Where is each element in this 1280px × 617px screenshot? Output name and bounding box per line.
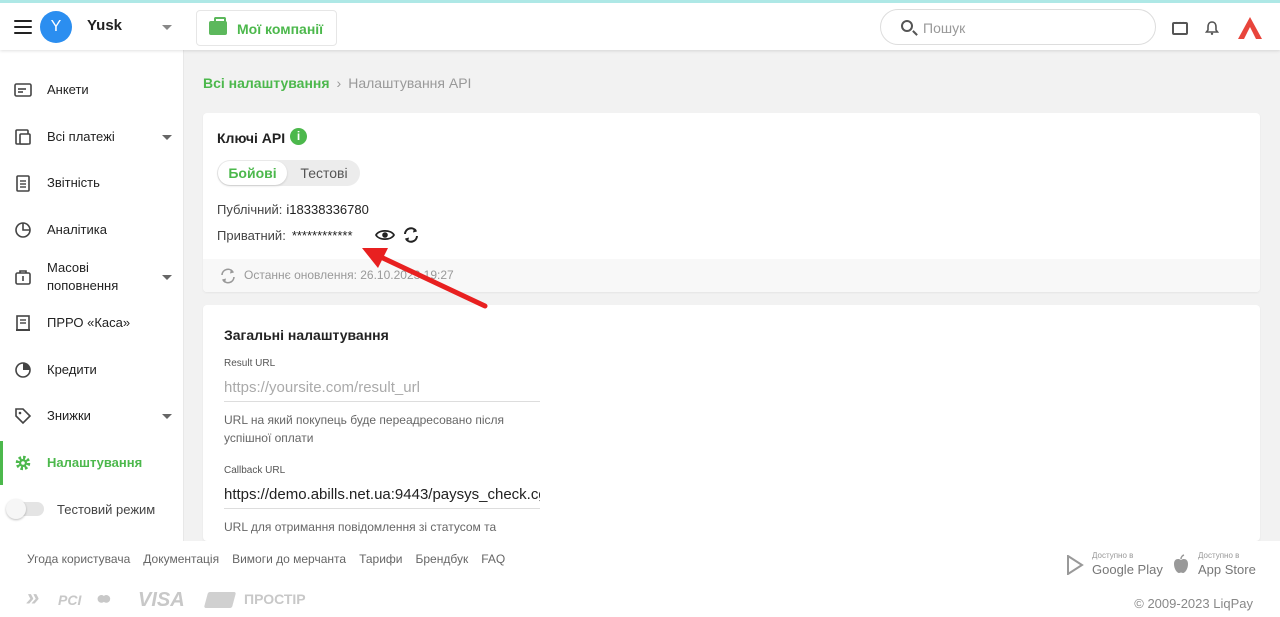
- page-footer: Угода користувача Документація Вимоги до м…: [0, 541, 1280, 617]
- pci-logo-icon: PCI: [58, 592, 82, 608]
- google-play-link[interactable]: Доступно в Google Play: [1066, 551, 1166, 581]
- forward-logo-icon: »: [26, 584, 40, 611]
- private-key-label: Приватний:: [217, 228, 286, 243]
- gear-icon: [15, 455, 31, 471]
- sidebar-item-cash-register[interactable]: ПРРО «Каса»: [0, 301, 184, 345]
- search-input[interactable]: [923, 18, 1143, 38]
- sync-icon: [221, 268, 235, 284]
- menu-icon[interactable]: [14, 20, 32, 34]
- breadcrumb-separator: ›: [336, 75, 342, 91]
- tab-test[interactable]: Тестові: [290, 161, 358, 185]
- sidebar-item-label: Налаштування: [47, 455, 143, 470]
- chevron-down-icon: [162, 414, 172, 419]
- mass-topup-icon: [15, 270, 31, 285]
- card-logo-icon: [203, 592, 237, 608]
- footer-link-tariffs[interactable]: Тарифи: [359, 552, 402, 566]
- breadcrumb-current: Налаштування API: [348, 75, 472, 91]
- test-mode-label: Тестовий режим: [57, 502, 156, 517]
- visa-logo-icon: VISA: [138, 589, 185, 611]
- callback-url-label: Callback URL: [224, 465, 286, 476]
- sidebar-item-label: Анкети: [47, 82, 89, 97]
- sidebar-item-label: Аналітика: [47, 222, 107, 237]
- environment-tabs: Бойові Тестові: [217, 160, 360, 186]
- copyright: © 2009-2023 LiqPay: [1134, 596, 1253, 611]
- footer-link-documentation[interactable]: Документація: [143, 552, 219, 566]
- sidebar-item-label: Знижки: [47, 408, 91, 423]
- footer-link-brandbook[interactable]: Брендбук: [415, 552, 468, 566]
- sidebar-item-all-payments[interactable]: Всі платежі: [0, 115, 184, 159]
- google-play-sub: Доступно в: [1092, 551, 1134, 560]
- sidebar-item-label: ПРРО «Каса»: [47, 315, 131, 330]
- form-icon: [14, 83, 32, 97]
- footer-link-user-agreement[interactable]: Угода користувача: [27, 552, 130, 566]
- breadcrumb: Всі налаштування › Налаштування API: [203, 75, 471, 91]
- public-key-row: Публічний: i18338336780: [217, 202, 369, 217]
- breadcrumb-all-settings[interactable]: Всі налаштування: [203, 75, 330, 91]
- info-icon[interactable]: i: [290, 128, 307, 145]
- callback-url-input[interactable]: [224, 481, 540, 509]
- general-settings-card: Загальні налаштування Result URL URL на …: [203, 305, 1260, 541]
- search-box[interactable]: [880, 9, 1156, 45]
- prostir-logo-icon: ПРОСТІР: [244, 591, 306, 607]
- api-keys-title: Ключі API: [217, 130, 286, 146]
- search-icon: [901, 20, 913, 32]
- username[interactable]: Yusk: [87, 17, 122, 34]
- sidebar-item-label: Звітність: [47, 175, 100, 190]
- app-store-label: App Store: [1198, 562, 1256, 577]
- footer-links: Угода користувача Документація Вимоги до м…: [27, 552, 518, 566]
- sidebar-item-label: Масові поповнення: [47, 260, 119, 293]
- avatar[interactable]: Y: [40, 11, 72, 43]
- result-url-help: URL на який покупець буде переадресовано…: [224, 413, 504, 445]
- sidebar: Анкети Всі платежі Звітність Аналітика М…: [0, 50, 184, 541]
- analytics-icon: [15, 222, 31, 238]
- sidebar-item-discounts[interactable]: Знижки: [0, 394, 184, 438]
- mastercard-logo-icon: ●●: [96, 588, 112, 608]
- app-store-link[interactable]: Доступно в App Store: [1172, 551, 1262, 581]
- bell-icon[interactable]: [1205, 21, 1219, 35]
- sidebar-item-label: Кредити: [47, 362, 97, 377]
- sidebar-item-settings[interactable]: Налаштування: [0, 441, 184, 485]
- sidebar-item-mass-topup[interactable]: Масові поповнення: [0, 255, 184, 299]
- report-icon: [16, 175, 30, 192]
- chat-icon[interactable]: [1172, 17, 1188, 35]
- top-bar: Y Yusk Мої компанії: [0, 0, 1280, 50]
- my-companies-label: Мої компанії: [237, 21, 324, 37]
- sidebar-item-credits[interactable]: Кредити: [0, 348, 184, 392]
- cash-register-icon: [16, 315, 30, 331]
- credit-icon: [15, 362, 31, 378]
- chevron-down-icon: [162, 275, 172, 280]
- briefcase-icon: [209, 17, 227, 35]
- apple-icon: [1174, 554, 1188, 573]
- liqpay-logo-icon[interactable]: [1236, 15, 1264, 41]
- annotation-arrow-icon: [362, 248, 488, 309]
- sidebar-item-forms[interactable]: Анкети: [0, 68, 184, 112]
- test-mode-toggle[interactable]: [6, 499, 44, 519]
- sidebar-item-analytics[interactable]: Аналітика: [0, 208, 184, 252]
- chevron-down-icon[interactable]: [162, 25, 172, 30]
- app-store-sub: Доступно в: [1198, 551, 1240, 560]
- result-url-input[interactable]: [224, 374, 540, 402]
- public-key-label: Публічний:: [217, 202, 283, 217]
- general-settings-title: Загальні налаштування: [224, 327, 389, 343]
- private-key-row: Приватний: ************: [217, 228, 353, 243]
- result-url-label: Result URL: [224, 358, 276, 369]
- tab-live[interactable]: Бойові: [218, 161, 287, 185]
- google-play-label: Google Play: [1092, 562, 1163, 577]
- my-companies-button[interactable]: Мої компанії: [196, 10, 337, 46]
- footer-link-merchant-requirements[interactable]: Вимоги до мерчанта: [232, 552, 346, 566]
- sidebar-item-label: Всі платежі: [47, 129, 115, 144]
- footer-link-faq[interactable]: FAQ: [481, 552, 505, 566]
- callback-url-help: URL для отримання повідомлення зі статус…: [224, 520, 497, 534]
- chevron-down-icon: [162, 135, 172, 140]
- sidebar-item-reports[interactable]: Звітність: [0, 161, 184, 205]
- public-key-value: i18338336780: [286, 202, 369, 217]
- payments-icon: [15, 129, 31, 145]
- google-play-icon: [1067, 555, 1084, 575]
- discount-tag-icon: [15, 408, 32, 425]
